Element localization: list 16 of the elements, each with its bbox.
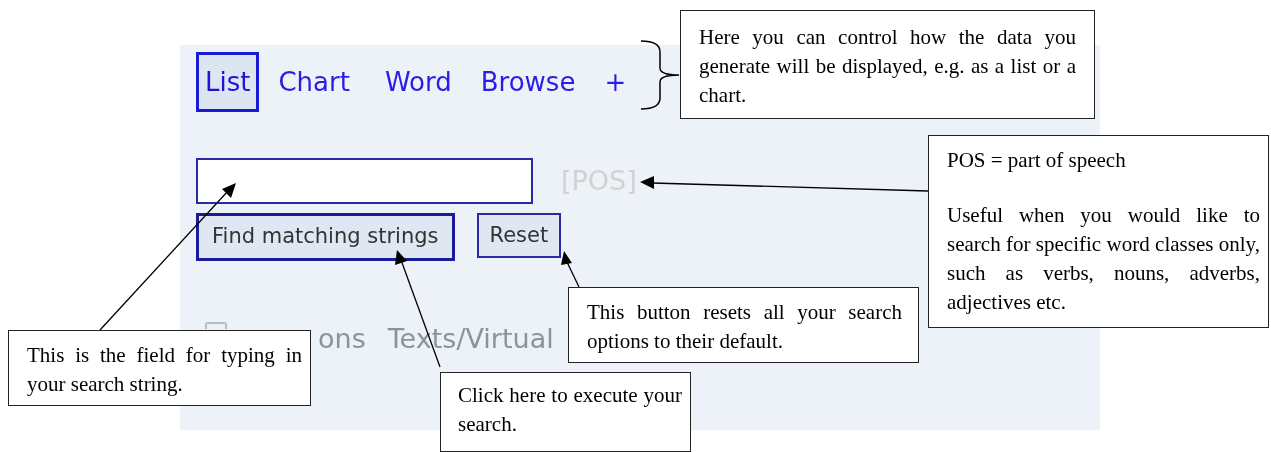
find-button[interactable]: Find matching strings [196,213,455,261]
tab[interactable]: List [196,52,260,112]
callout-text: Useful when you would like to search for specific word classes only, such as verbs, nouns, adverbs, adjectives etc. [947,202,1260,316]
callout-text: This is the field for typing in your search string. [27,342,302,398]
callout-text: This button resets all your search options to their default. [587,299,902,355]
callout-text: POS = part of speech [947,147,1127,174]
leader-arrow [561,251,580,288]
callout-text: Click here to execute your search. [458,382,682,438]
search-field[interactable] [196,158,533,204]
tab[interactable]: Browse [477,52,579,112]
brace-icon [640,40,680,110]
tab[interactable]: + [601,52,630,112]
tab[interactable]: Word [381,52,455,112]
reset-button[interactable]: Reset [476,213,562,258]
tab[interactable]: Chart [275,52,353,112]
callout-text: Here you can control how the data you generate will be displayed, e.g. as a list or a chart. [699,24,1076,109]
